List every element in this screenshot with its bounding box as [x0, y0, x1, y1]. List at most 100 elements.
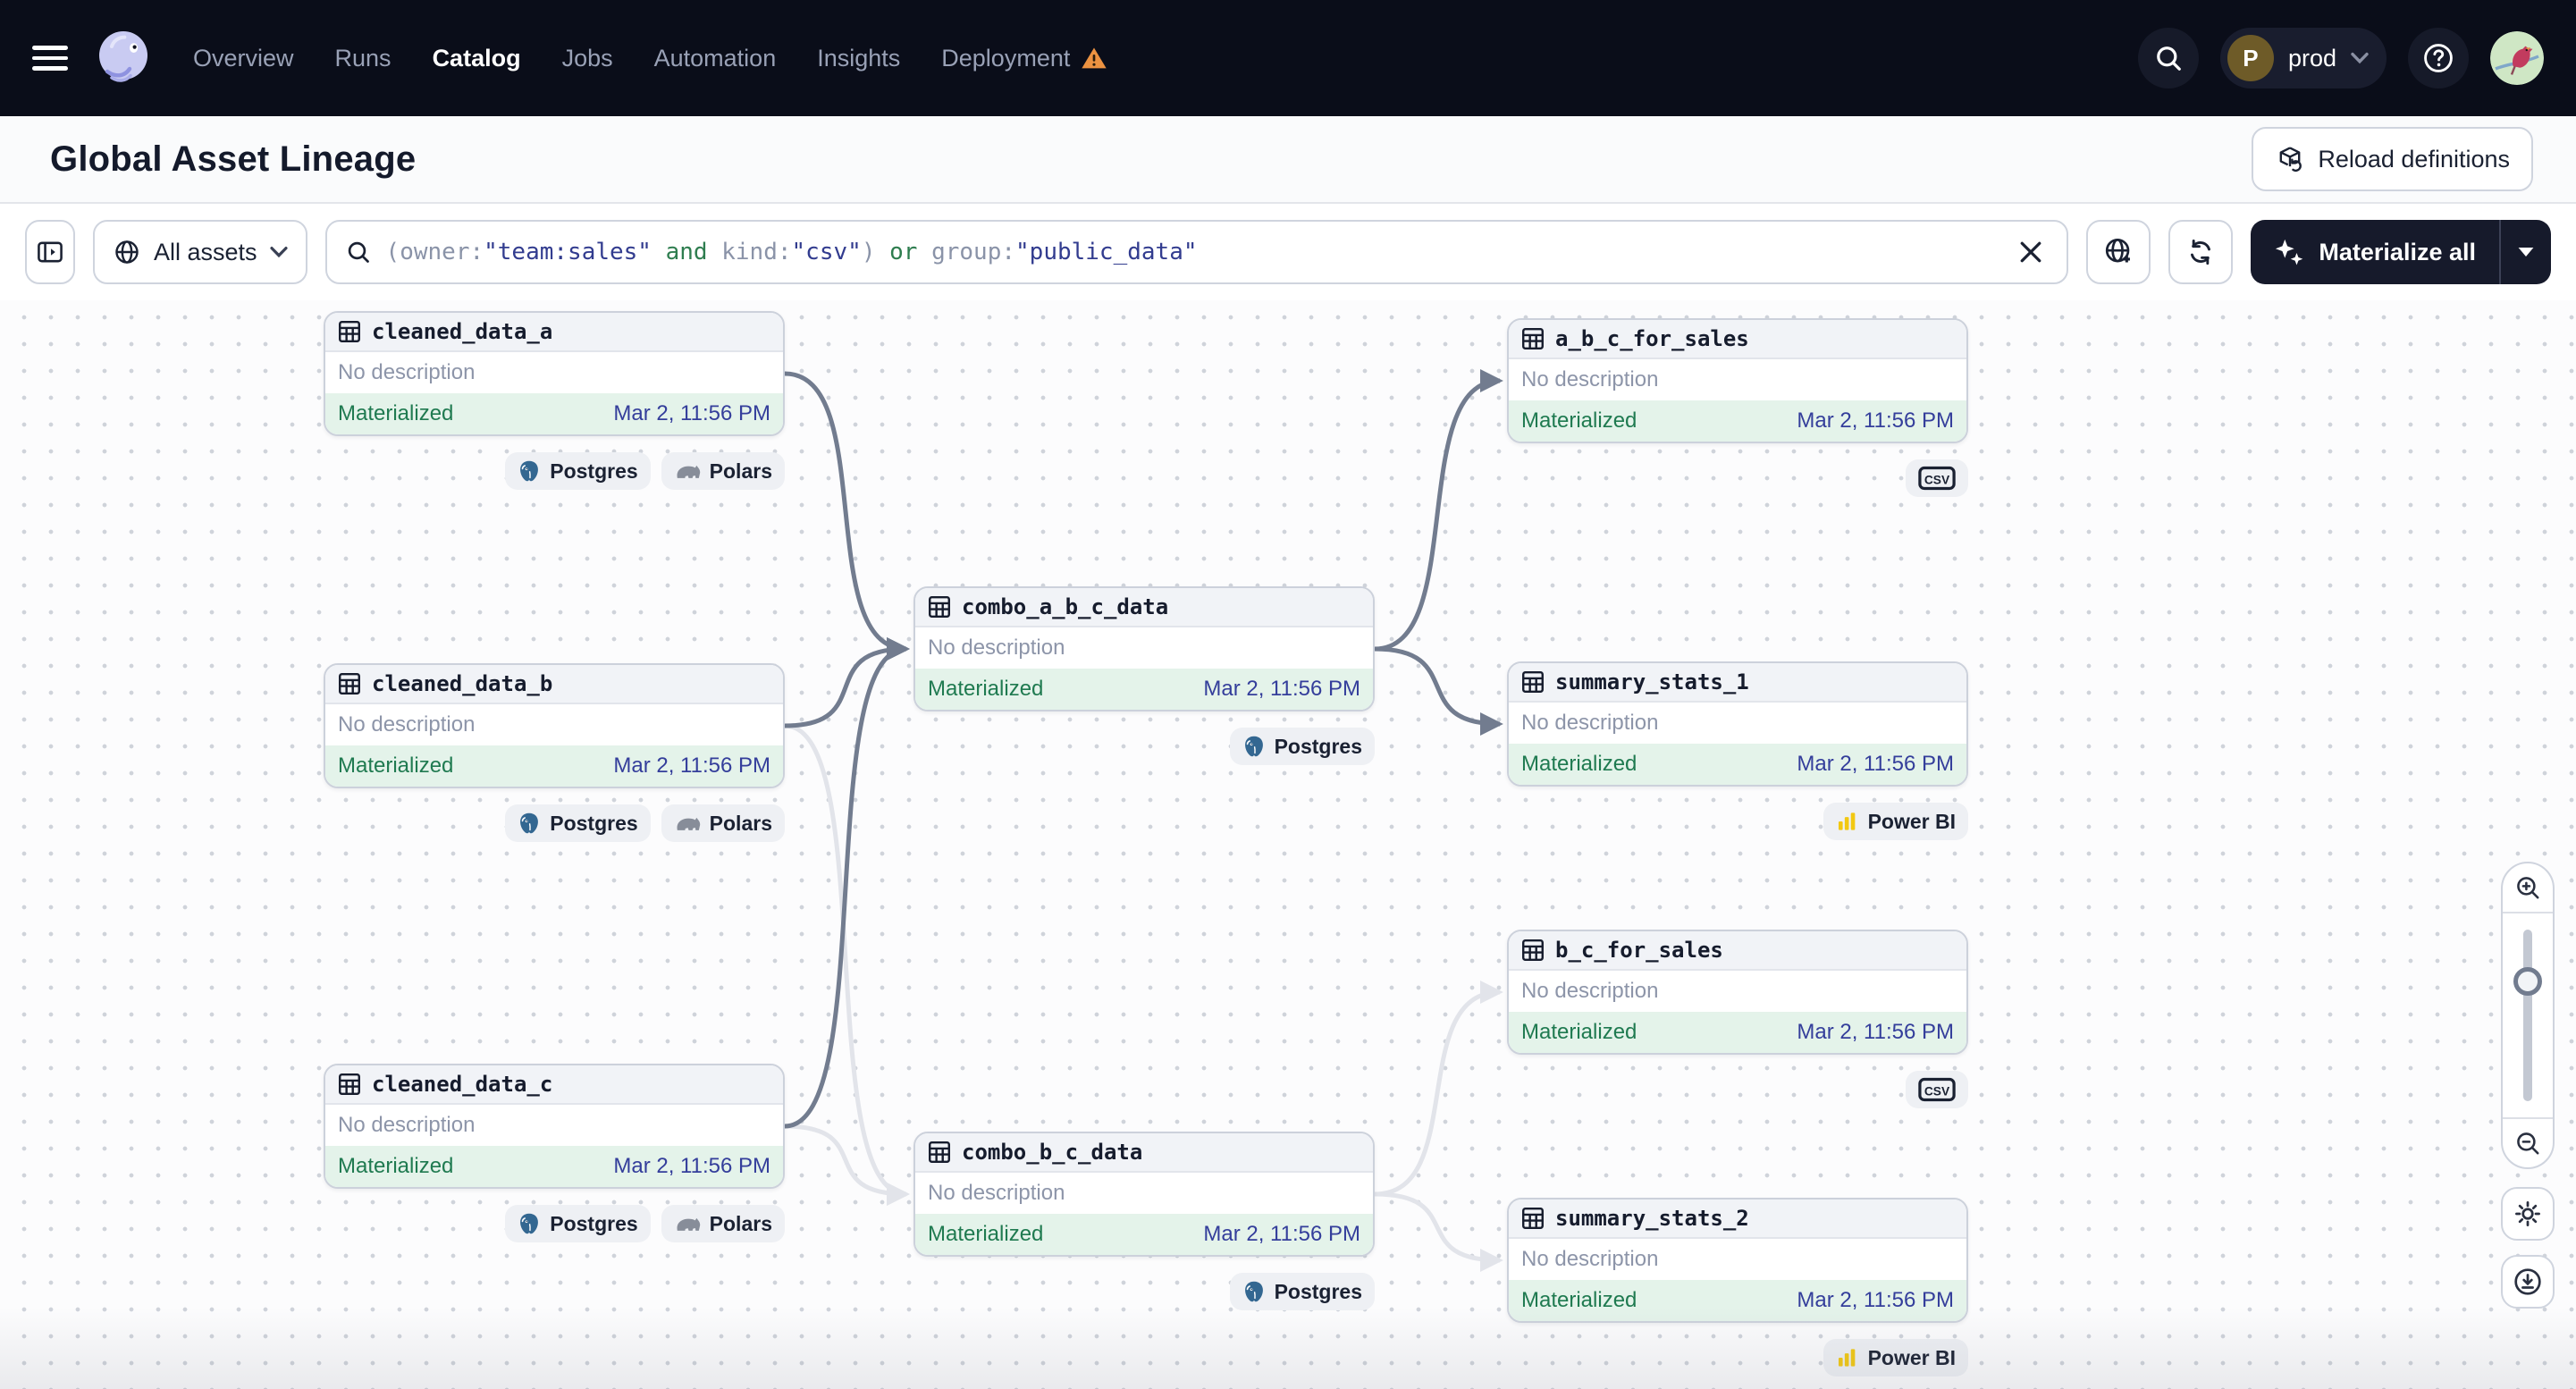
lineage-graph-canvas[interactable]: cleaned_data_a No description Materializ…	[0, 300, 2576, 1389]
lineage-edge-combo_b_c_data-to-b_c_for_sales	[1374, 981, 1503, 1197]
asset-description: No description	[915, 627, 1373, 669]
csv-icon: CSV	[1918, 466, 1956, 491]
kind-badge-postgres[interactable]: Postgres	[505, 804, 651, 842]
open-sidebar-button[interactable]	[25, 220, 75, 284]
materialize-options-button[interactable]	[2501, 220, 2551, 284]
nav-link-overview[interactable]: Overview	[193, 45, 294, 72]
deployment-avatar: P	[2227, 35, 2274, 81]
asset-card[interactable]: combo_a_b_c_data No description Material…	[913, 586, 1375, 711]
asset-card[interactable]: cleaned_data_c No description Materializ…	[324, 1064, 785, 1189]
asset-node-b_c_for_sales[interactable]: b_c_for_sales No description Materialize…	[1507, 930, 1968, 1108]
asset-node-cleaned_data_b[interactable]: cleaned_data_b No description Materializ…	[324, 663, 785, 842]
asset-card[interactable]: cleaned_data_b No description Materializ…	[324, 663, 785, 788]
clear-search-icon[interactable]	[2013, 234, 2049, 270]
download-image-button[interactable]	[2501, 1255, 2555, 1309]
asset-search-input[interactable]: (owner:"team:sales" and kind:"csv") or g…	[324, 220, 2069, 284]
zoom-slider-thumb[interactable]	[2513, 967, 2542, 996]
zoom-slider[interactable]	[2503, 913, 2553, 1117]
query-token-punct: (	[385, 239, 400, 265]
nav-links: Overview Runs Catalog Jobs Automation Insight…	[193, 45, 1107, 72]
materialization-timestamp[interactable]: Mar 2, 11:56 PM	[613, 753, 770, 779]
reload-definitions-button[interactable]: Reload definitions	[2252, 127, 2533, 191]
kind-badge-postgres[interactable]: Postgres	[505, 452, 651, 490]
asset-node-combo_a_b_c_data[interactable]: combo_a_b_c_data No description Material…	[913, 586, 1375, 765]
asset-node-summary_stats_2[interactable]: summary_stats_2 No description Materiali…	[1507, 1198, 1968, 1376]
new-tab-globe-button[interactable]	[2086, 220, 2151, 284]
status-badge: Materialized	[1521, 1288, 1637, 1312]
kind-badge-row: Postgres Polars	[324, 452, 785, 490]
user-avatar[interactable]	[2490, 31, 2544, 85]
materialization-timestamp[interactable]: Mar 2, 11:56 PM	[613, 1154, 770, 1179]
asset-scope-dropdown[interactable]: All assets	[93, 220, 307, 284]
deployment-switcher[interactable]: P prod	[2219, 28, 2387, 88]
lineage-edge-cleaned_data_c-to-combo_a_b_c_data	[784, 637, 910, 1129]
asset-card[interactable]: summary_stats_1 No description Materiali…	[1507, 661, 1968, 787]
asset-card[interactable]: summary_stats_2 No description Materiali…	[1507, 1198, 1968, 1323]
nav-link-label: Jobs	[561, 44, 613, 72]
materialize-all-button[interactable]: Materialize all	[2251, 220, 2499, 284]
asset-node-combo_b_c_data[interactable]: combo_b_c_data No description Materializ…	[913, 1132, 1375, 1310]
asset-node-summary_stats_1[interactable]: summary_stats_1 No description Materiali…	[1507, 661, 1968, 840]
kind-badge-label: Power BI	[1867, 1345, 1956, 1369]
kind-badge-polars[interactable]: Polars	[661, 804, 785, 842]
kind-badge-polars[interactable]: Polars	[661, 1205, 785, 1242]
materialization-timestamp[interactable]: Mar 2, 11:56 PM	[1797, 1020, 1954, 1045]
materialization-timestamp[interactable]: Mar 2, 11:56 PM	[613, 401, 770, 426]
materialization-timestamp[interactable]: Mar 2, 11:56 PM	[1203, 1222, 1360, 1247]
zoom-out-button[interactable]	[2503, 1117, 2553, 1167]
graph-settings-button[interactable]	[2501, 1187, 2555, 1241]
asset-node-cleaned_data_a[interactable]: cleaned_data_a No description Materializ…	[324, 311, 785, 490]
zoom-in-button[interactable]	[2503, 863, 2553, 913]
kind-badge-polars[interactable]: Polars	[661, 452, 785, 490]
search-icon[interactable]	[2137, 28, 2199, 88]
asset-status-row: Materialized Mar 2, 11:56 PM	[325, 745, 783, 787]
asset-header: combo_a_b_c_data	[915, 588, 1373, 627]
kind-badge-powerbi[interactable]: Power BI	[1823, 1339, 1968, 1376]
asset-header: cleaned_data_b	[325, 665, 783, 704]
asset-node-a_b_c_for_sales[interactable]: a_b_c_for_sales No description Materiali…	[1507, 318, 1968, 497]
nav-link-insights[interactable]: Insights	[817, 45, 900, 72]
materialize-all-label: Materialize all	[2319, 238, 2476, 265]
asset-card[interactable]: a_b_c_for_sales No description Materiali…	[1507, 318, 1968, 443]
asset-name: combo_a_b_c_data	[962, 594, 1169, 619]
asset-header: cleaned_data_c	[325, 1065, 783, 1105]
asset-card[interactable]: cleaned_data_a No description Materializ…	[324, 311, 785, 436]
nav-link-jobs[interactable]: Jobs	[562, 45, 613, 72]
nav-link-label: Catalog	[432, 44, 521, 72]
materialization-timestamp[interactable]: Mar 2, 11:56 PM	[1797, 1288, 1954, 1313]
asset-status-row: Materialized Mar 2, 11:56 PM	[325, 1146, 783, 1187]
lineage-edge-combo_a_b_c_data-to-a_b_c_for_sales	[1374, 369, 1503, 652]
zoom-slider-track[interactable]	[2523, 930, 2532, 1101]
asset-header: summary_stats_1	[1509, 663, 1966, 703]
postgres-icon	[518, 1212, 541, 1235]
kind-badge-postgres[interactable]: Postgres	[1229, 1273, 1375, 1310]
table-icon	[1521, 670, 1545, 694]
asset-card[interactable]: combo_b_c_data No description Materializ…	[913, 1132, 1375, 1257]
svg-text:CSV: CSV	[1924, 473, 1950, 486]
kind-badge-label: Polars	[709, 1211, 772, 1235]
kind-badge-row: Power BI	[1507, 1339, 1968, 1376]
kind-badge-powerbi[interactable]: Power BI	[1823, 803, 1968, 840]
polars-icon	[674, 813, 701, 833]
search-icon	[348, 241, 369, 263]
materialization-timestamp[interactable]: Mar 2, 11:56 PM	[1797, 752, 1954, 777]
materialization-timestamp[interactable]: Mar 2, 11:56 PM	[1203, 677, 1360, 702]
nav-link-runs[interactable]: Runs	[335, 45, 391, 72]
help-icon[interactable]	[2408, 28, 2469, 88]
menu-icon[interactable]	[32, 46, 68, 71]
kind-badge-postgres[interactable]: Postgres	[505, 1205, 651, 1242]
asset-card[interactable]: b_c_for_sales No description Materialize…	[1507, 930, 1968, 1055]
asset-node-cleaned_data_c[interactable]: cleaned_data_c No description Materializ…	[324, 1064, 785, 1242]
kind-badge-row: CSV	[1507, 1071, 1968, 1108]
asset-scope-label: All assets	[154, 238, 257, 265]
dagster-logo-icon[interactable]	[93, 28, 154, 88]
kind-badge-csv[interactable]: CSV	[1906, 1071, 1968, 1108]
nav-link-deployment[interactable]: Deployment	[941, 45, 1107, 72]
kind-badge-postgres[interactable]: Postgres	[1229, 728, 1375, 765]
nav-link-automation[interactable]: Automation	[654, 45, 777, 72]
kind-badge-csv[interactable]: CSV	[1906, 459, 1968, 497]
globe-plus-icon	[2106, 238, 2131, 263]
refresh-button[interactable]	[2168, 220, 2234, 284]
materialization-timestamp[interactable]: Mar 2, 11:56 PM	[1797, 408, 1954, 434]
nav-link-catalog[interactable]: Catalog	[433, 45, 521, 72]
